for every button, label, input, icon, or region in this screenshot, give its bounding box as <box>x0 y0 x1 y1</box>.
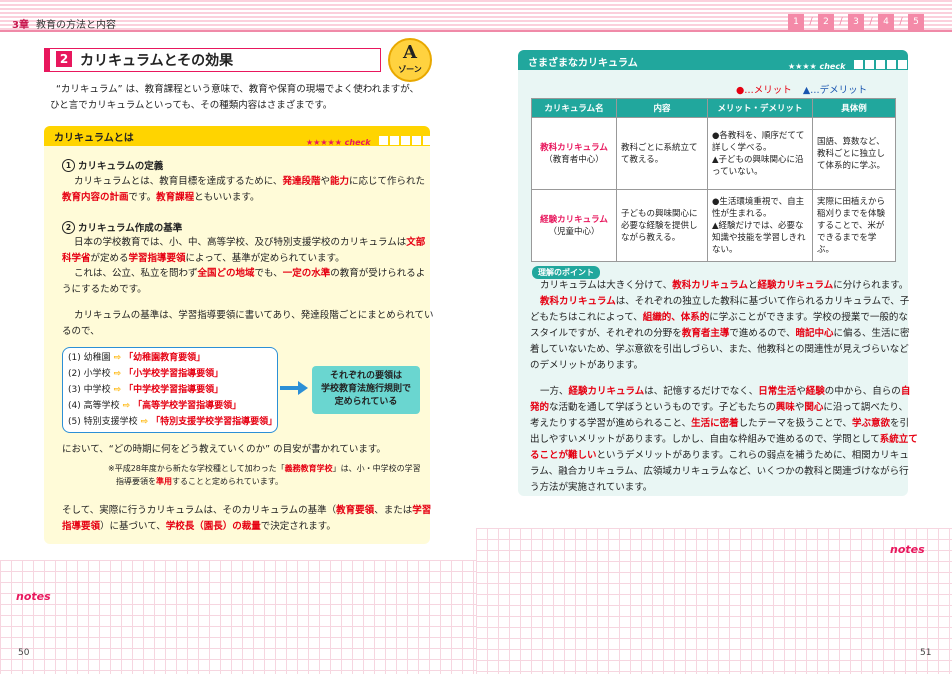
zone-badge: A ゾーン <box>388 38 432 82</box>
section-title: カリキュラムとその効果 <box>80 53 234 69</box>
check-box[interactable] <box>389 136 399 145</box>
body-line: そして、実際に行うカリキュラムは、そのカリキュラムの基準（教育要領、または学習 <box>62 505 432 516</box>
nav-item[interactable]: 1 <box>788 14 804 30</box>
body-line: カリキュラムとは、教育目標を達成するために、発達段階や能力に応じて作られた <box>74 176 425 187</box>
body-line: カリキュラムの基準は、学習指導要領に書いてあり、発達段階ごとにまとめられてい <box>74 310 434 321</box>
check-box[interactable] <box>411 136 421 145</box>
nav-item[interactable]: 4 <box>878 14 894 30</box>
page-number-right: 51 <box>920 648 932 658</box>
curriculum-name-cell: 教科カリキュラム （教育者中心） <box>531 117 617 190</box>
table-row: 教科カリキュラム （教育者中心） 教科ごとに系統立てて教える。 ●各教科を、順序だ… <box>531 117 896 190</box>
point-line: 発的な活動を通して学ぼうというものです。子どもたちの興味や関心に沿って調べたり、 <box>530 402 908 413</box>
checkbox-row <box>853 60 907 69</box>
check-box[interactable] <box>886 60 896 69</box>
check-box[interactable] <box>422 136 432 145</box>
point-line: ることが難しいというデメリットがあります。これらの弱点を補うために、相関カリキュ <box>530 450 909 461</box>
body-line: において、“どの時期に何をどう教えていくのか” の目安が書かれています。 <box>62 444 386 455</box>
nav-item[interactable]: 5 <box>908 14 924 30</box>
nav-item[interactable]: 3 <box>848 14 864 30</box>
intro-line: “カリキュラム” は、教育課程という意味で、教育や保育の現場でよく使われますが、 <box>56 84 420 95</box>
body-line: 科学省が定める学習指導要領によって、基準が定められています。 <box>62 253 345 264</box>
check-rating: ★★★★★ check <box>306 130 432 149</box>
point-line: どもたちはこれによって、組織的、体系的に学ぶことができます。学校の授業で一般的な <box>530 312 908 323</box>
arrow-icon: ⇨ <box>140 417 149 427</box>
body-line: 指導要領）に基づいて、学校長（園長）の裁量で決定されます。 <box>62 521 336 532</box>
header-rule <box>0 30 952 32</box>
body-line: るので、 <box>62 326 100 337</box>
column-header: 具体例 <box>812 98 896 118</box>
point-line: カリキュラムは大きく分けて、教科カリキュラムと経験カリキュラムに分けられます。 <box>540 280 909 291</box>
notes-grid-left <box>0 560 476 674</box>
chapter-title: 教育の方法と内容 <box>36 20 116 31</box>
column-header: カリキュラム名 <box>531 98 617 118</box>
table-row: 経験カリキュラム （児童中心） 子どもの興味関心に必要な経験を提供しながら教える。… <box>531 189 896 262</box>
curriculum-panel-title: さまざまなカリキュラム <box>528 58 638 69</box>
legend: ●…メリット ▲…デメリット <box>736 82 867 96</box>
point-line: スタイルですが、それぞれの分野を教育者主導で進めるので、暗記中心に偏る、生活に密 <box>530 328 910 339</box>
rule-box: それぞれの要領は 学校教育法施行規則で 定められている <box>312 366 420 414</box>
example-cell: 実際に田植えから稲刈りまでを体験することで、米ができるまでを学ぶ。 <box>812 189 896 262</box>
content-cell: 教科ごとに系統立てて教える。 <box>616 117 708 190</box>
body-line: うにするためです。 <box>62 284 147 295</box>
point-line: ラム、融合カリキュラム、広領域カリキュラムなど、いくつかの教科と関連づけながら行 <box>530 466 909 477</box>
merit-legend: ●…メリット <box>736 85 792 96</box>
table-header-row: カリキュラム名 内容 メリット・デメリット 具体例 <box>531 98 896 118</box>
school-item: (5) 特別支援学校 ⇨ 「特別支援学校学習指導要領」 <box>68 417 278 427</box>
zone-word: ゾーン <box>398 65 422 74</box>
merit-cell: ●生活環境重視で、自主性が生まれる。 ▲経験だけでは、必要な知識や技能を学習しきれ… <box>707 189 813 262</box>
arrow-icon: ⇨ <box>122 401 131 411</box>
check-box[interactable] <box>400 136 410 145</box>
check-box[interactable] <box>875 60 885 69</box>
point-line: のデメリットがあります。 <box>530 360 644 371</box>
definition-box-title: カリキュラムとは <box>54 133 134 144</box>
notes-label-left: notes <box>16 590 51 603</box>
footnote: 指導要領を準用することと定められています。 <box>116 477 283 486</box>
body-line: これは、公立、私立を問わず全国どの地域でも、一定の水準の教育が受けられるよ <box>74 268 426 279</box>
school-item: (4) 高等学校 ⇨ 「高等学校学習指導要領」 <box>68 401 242 411</box>
point-line: 着していないため、学ぶ意欲を引出しづらい、また、他教科との関連性が見えづらいなど <box>530 344 909 355</box>
school-item: (1) 幼稚園 ⇨ 「幼稚園教育要領」 <box>68 353 206 363</box>
page-number-left: 50 <box>18 648 30 658</box>
demerit-legend: ▲…デメリット <box>802 85 868 96</box>
chapter-nav: 1/ 2/ 3/ 4/ 5 <box>788 14 924 30</box>
point-line: 考えたりする学習が進められること、生活に密着したテーマを扱うことで、学ぶ意欲を引 <box>530 418 910 429</box>
check-rating: ★★★★ check <box>788 54 907 73</box>
merit-cell: ●各教科を、順序だてて詳しく学べる。 ▲子どもの興味関心に沿っていない。 <box>707 117 813 190</box>
column-header: メリット・デメリット <box>707 98 813 118</box>
example-cell: 国語、算数など、教科ごとに独立して体系的に学ぶ。 <box>812 117 896 190</box>
check-box[interactable] <box>378 136 388 145</box>
section-number: 2 <box>56 51 72 67</box>
right-arrow-icon <box>280 381 308 395</box>
check-box[interactable] <box>864 60 874 69</box>
point-line: 一方、経験カリキュラムは、記憶するだけでなく、日常生活や経験の中から、自らの自 <box>540 386 911 397</box>
column-header: 内容 <box>616 98 708 118</box>
checkbox-row <box>378 136 432 145</box>
point-line: う方法が実施されています。 <box>530 482 653 493</box>
zone-letter: A <box>403 42 417 63</box>
content-cell: 子どもの興味関心に必要な経験を提供しながら教える。 <box>616 189 708 262</box>
arrow-icon: ⇨ <box>113 385 122 395</box>
chapter-label: 3章 <box>12 20 29 31</box>
subsection-title: 1 カリキュラムの定義 <box>62 158 163 172</box>
subsection-title: 2 カリキュラム作成の基準 <box>62 220 182 234</box>
nav-item[interactable]: 2 <box>818 14 834 30</box>
point-line: 教科カリキュラムは、それぞれの独立した教科に基づいて作られるカリキュラムで、子 <box>540 296 910 307</box>
check-box[interactable] <box>897 60 907 69</box>
curriculum-name-cell: 経験カリキュラム （児童中心） <box>531 189 617 262</box>
arrow-icon: ⇨ <box>113 369 122 379</box>
school-item: (3) 中学校 ⇨ 「中学校学習指導要領」 <box>68 385 224 395</box>
notes-grid-right <box>476 528 952 674</box>
footnote: ※平成28年度から新たな学校種として加わった「義務教育学校」は、小・中学校の学習 <box>108 464 421 473</box>
body-line: 日本の学校教育では、小、中、高等学校、及び特別支援学校のカリキュラムは文部 <box>74 237 426 248</box>
arrow-icon: ⇨ <box>113 353 122 363</box>
intro-line: ひと言でカリキュラムといっても、その種類内容はさまざまです。 <box>50 100 333 111</box>
notes-label-right: notes <box>890 543 925 556</box>
point-line: 出しやすいメリットがあります。しかし、自由な枠組みで進めるので、学問として系統立… <box>530 434 918 445</box>
curriculum-table: カリキュラム名 内容 メリット・デメリット 具体例 教科カリキュラム （教育者中心… <box>531 98 896 262</box>
check-box[interactable] <box>853 60 863 69</box>
school-item: (2) 小学校 ⇨ 「小学校学習指導要領」 <box>68 369 224 379</box>
body-line: 教育内容の計画です。教育課程ともいいます。 <box>62 192 260 203</box>
